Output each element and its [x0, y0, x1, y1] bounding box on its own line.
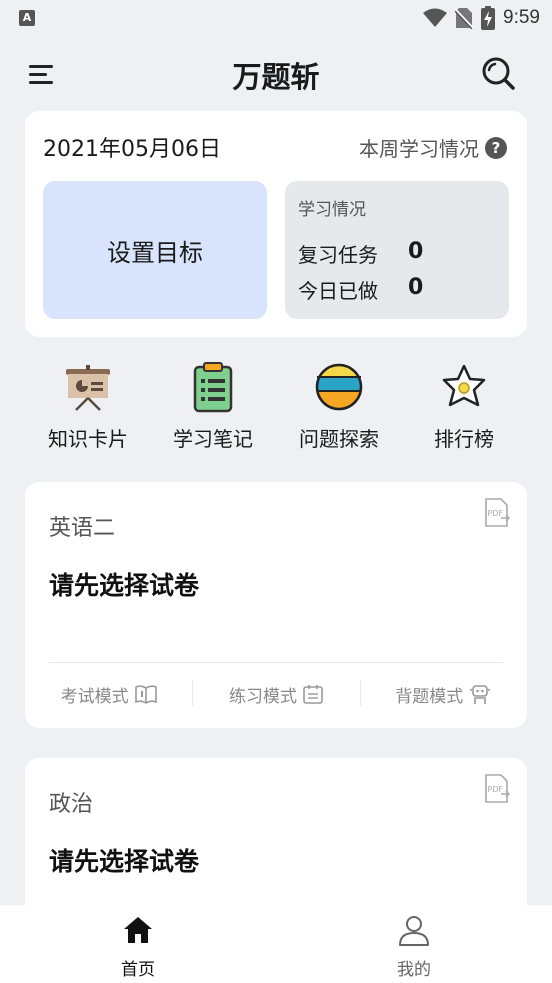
calendar-list-icon	[303, 685, 323, 704]
shortcut-grid: 知识卡片 学习笔记 问题探索 排行榜	[25, 355, 527, 455]
svg-text:PDF: PDF	[488, 785, 504, 794]
practice-mode-label: 练习模式	[228, 686, 297, 707]
open-book-icon	[134, 685, 157, 704]
pdf-export-icon[interactable]: PDF	[483, 498, 511, 528]
paper-prompt: 请先选择试卷	[49, 571, 200, 600]
search-icon[interactable]	[480, 55, 516, 91]
bottom-navigation: 首页 我的	[0, 905, 552, 983]
recite-mode-button[interactable]: 背题模式	[359, 678, 527, 710]
status-time: 9:59	[503, 7, 540, 28]
review-task-row: 复习任务 0	[298, 239, 423, 268]
shortcut-label: 知识卡片	[48, 427, 128, 451]
shortcut-label: 问题探索	[299, 427, 379, 451]
exam-mode-button[interactable]: 考试模式	[25, 678, 192, 710]
shortcut-label: 排行榜	[434, 427, 494, 451]
today-done-count: 0	[408, 275, 424, 300]
shortcut-knowledge-cards[interactable]: 知识卡片	[25, 355, 151, 452]
shortcut-study-notes[interactable]: 学习笔记	[150, 355, 276, 452]
study-overview-card: 2021年05月06日 本周学习情况 ? 设置目标 学习情况 复习任务 0 今日…	[25, 111, 527, 337]
study-status-panel: 学习情况 复习任务 0 今日已做 0	[285, 181, 509, 319]
nav-mine[interactable]: 我的	[354, 913, 474, 980]
practice-mode-button[interactable]: 练习模式	[192, 678, 359, 710]
wifi-icon	[423, 8, 448, 27]
notification-a-icon: A	[19, 10, 35, 26]
today-done-label: 今日已做	[298, 279, 378, 303]
mode-bar: 考试模式 练习模式 背题模式	[25, 678, 527, 710]
presentation-board-icon	[66, 365, 110, 411]
recite-mode-label: 背题模式	[395, 686, 464, 707]
shortcut-leaderboard[interactable]: 排行榜	[401, 355, 527, 452]
shortcut-question-explore[interactable]: 问题探索	[276, 355, 402, 452]
exam-mode-label: 考试模式	[60, 686, 129, 707]
nav-mine-label: 我的	[397, 960, 431, 980]
robot-icon	[470, 685, 491, 704]
divider	[49, 662, 503, 663]
subject-name: 政治	[49, 792, 94, 817]
help-icon[interactable]: ?	[485, 136, 507, 159]
set-goal-button[interactable]: 设置目标	[43, 181, 267, 319]
set-goal-label: 设置目标	[107, 238, 203, 267]
review-task-label: 复习任务	[298, 243, 378, 267]
paper-prompt: 请先选择试卷	[49, 847, 200, 876]
nav-home-label: 首页	[121, 960, 155, 980]
subject-card[interactable]: 政治 PDF 请先选择试卷	[25, 758, 527, 928]
pdf-export-icon[interactable]: PDF	[483, 774, 511, 804]
battery-charging-icon	[481, 6, 496, 30]
review-task-count: 0	[408, 239, 424, 264]
clipboard-notes-icon	[193, 362, 233, 413]
subject-name: 英语二	[49, 516, 116, 541]
shortcut-label: 学习笔记	[173, 427, 253, 451]
subject-card[interactable]: 英语二 PDF 请先选择试卷 考试模式 练习模式 背题模式	[25, 482, 527, 728]
today-done-row: 今日已做 0	[298, 275, 423, 304]
star-badge-icon	[442, 364, 486, 407]
weekly-study-label: 本周学习情况	[359, 137, 479, 161]
nav-home[interactable]: 首页	[78, 913, 198, 980]
svg-text:PDF: PDF	[488, 509, 504, 518]
current-date: 2021年05月06日	[43, 137, 221, 162]
home-icon	[124, 917, 152, 943]
status-bar: A 9:59	[0, 0, 552, 38]
user-icon	[399, 916, 429, 946]
striped-ball-icon	[315, 363, 363, 411]
study-status-title: 学习情况	[298, 200, 366, 220]
app-header: 万题斩	[0, 38, 552, 108]
weekly-study-link[interactable]: 本周学习情况 ?	[359, 133, 507, 162]
no-sim-icon	[455, 8, 474, 29]
app-title: 万题斩	[232, 60, 320, 94]
